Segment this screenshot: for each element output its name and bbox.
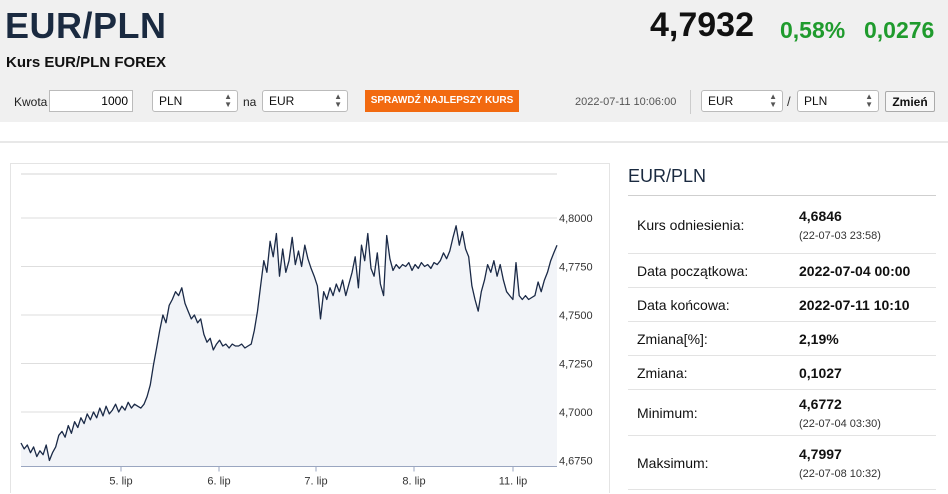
to-currency-select[interactable]: EUR ▲ ▼ [262, 90, 348, 112]
to-currency-value: EUR [269, 94, 295, 108]
stats-value-main: 4,7997 [799, 445, 842, 462]
x-tick-label: 7. lip [304, 476, 327, 488]
y-tick-label: 4,7000 [559, 407, 593, 419]
x-tick-label: 5. lip [109, 476, 132, 488]
select-arrows-icon: ▲ ▼ [334, 92, 342, 109]
from-currency-value: PLN [159, 94, 183, 108]
quote-currency-value: PLN [804, 94, 828, 108]
stats-row: Maksimum: 4,7997 (22-07-08 10:32) [628, 436, 936, 490]
y-tick-label: 4,7750 [559, 262, 593, 274]
stats-value-main: 2,19% [799, 330, 839, 347]
amount-label: Kwota [14, 95, 48, 109]
stats-table: Kurs odniesienia: 4,6846 (22-07-03 23:58) D… [628, 196, 936, 490]
section-divider [0, 141, 948, 143]
pair-separator: / [787, 94, 791, 109]
stats-value: 2,19% [799, 331, 839, 347]
select-arrows-icon: ▲ ▼ [865, 92, 873, 109]
stats-label: Zmiana: [637, 364, 688, 381]
stats-value: 2022-07-11 10:10 [799, 297, 910, 313]
stats-value-date: (22-07-03 23:58) [799, 229, 881, 242]
stats-value-main: 4,6846 [799, 207, 842, 224]
y-tick-label: 4,7250 [559, 359, 593, 371]
x-tick-label: 8. lip [402, 476, 425, 488]
change-pair-button[interactable]: Zmień [885, 91, 935, 112]
stats-value-main: 2022-07-04 00:00 [799, 262, 911, 279]
stats-value: 4,6846 (22-07-03 23:58) [799, 208, 881, 242]
panel-title: EUR/PLN [628, 158, 936, 196]
stats-value: 4,6772 (22-07-04 03:30) [799, 396, 881, 430]
stats-row: Data końcowa: 2022-07-11 10:10 [628, 288, 936, 322]
stats-row: Zmiana: 0,1027 [628, 356, 936, 390]
stats-value-main: 4,6772 [799, 395, 842, 412]
from-currency-select[interactable]: PLN ▲ ▼ [152, 90, 238, 112]
rate-chart-svg: 4,8000 4,7750 4,7500 4,7250 4,7000 4,6750 5. l… [20, 173, 593, 488]
y-tick-label: 4,8000 [559, 213, 593, 225]
stats-label: Minimum: [637, 404, 698, 421]
stats-label: Zmiana[%]: [637, 330, 708, 347]
stats-value-date: (22-07-04 03:30) [799, 417, 881, 430]
y-tick-label: 4,7500 [559, 310, 593, 322]
current-rate: 4,7932 [650, 6, 754, 44]
stats-value: 4,7997 (22-07-08 10:32) [799, 446, 881, 480]
x-tick-label: 11. lip [499, 476, 528, 488]
stats-value-date: (22-07-08 10:32) [799, 467, 881, 480]
rate-chart: 4,8000 4,7750 4,7500 4,7250 4,7000 4,6750 5. l… [10, 163, 610, 493]
stats-value-main: 2022-07-11 10:10 [799, 296, 910, 313]
stats-label: Data początkowa: [637, 262, 749, 279]
quote-timestamp: 2022-07-11 10:06:00 [575, 96, 677, 108]
stats-row: Zmiana[%]: 2,19% [628, 322, 936, 356]
stats-value: 2022-07-04 00:00 [799, 263, 910, 279]
pair-subtitle: Kurs EUR/PLN FOREX [6, 54, 167, 71]
best-rate-button[interactable]: SPRAWDŹ NAJLEPSZY KURS [365, 90, 519, 112]
pair-title: EUR/PLN [5, 5, 167, 46]
quote-header: EUR/PLN Kurs EUR/PLN FOREX 4,7932 0,58% … [0, 0, 948, 122]
stats-label: Kurs odniesienia: [637, 216, 745, 233]
y-tick-label: 4,6750 [559, 456, 593, 468]
stats-value-main: 0,1027 [799, 364, 842, 381]
stats-panel: EUR/PLN Kurs odniesienia: 4,6846 (22-07-03… [628, 158, 936, 490]
stats-row: Data początkowa: 2022-07-04 00:00 [628, 254, 936, 288]
toolbar-divider [690, 90, 691, 114]
stats-row: Kurs odniesienia: 4,6846 (22-07-03 23:58) [628, 196, 936, 254]
quote-currency-select[interactable]: PLN ▲ ▼ [797, 90, 879, 112]
stats-label: Data końcowa: [637, 296, 730, 313]
select-arrows-icon: ▲ ▼ [224, 92, 232, 109]
stats-value: 0,1027 [799, 365, 842, 381]
to-label: na [243, 95, 257, 109]
amount-input[interactable] [49, 90, 133, 112]
stats-label: Maksimum: [637, 454, 709, 471]
stats-row: Minimum: 4,6772 (22-07-04 03:30) [628, 390, 936, 436]
converter-toolbar: Kwota PLN ▲▼ na EUR ▲▼ SPRAWDŹ NAJLEPSZY… [0, 82, 948, 122]
base-currency-value: EUR [708, 94, 734, 108]
base-currency-select[interactable]: EUR ▲ ▼ [701, 90, 783, 112]
change-percent: 0,58% [780, 17, 846, 43]
select-arrows-icon: ▲ ▼ [769, 92, 777, 109]
x-tick-label: 6. lip [207, 476, 230, 488]
change-absolute: 0,0276 [864, 17, 935, 43]
